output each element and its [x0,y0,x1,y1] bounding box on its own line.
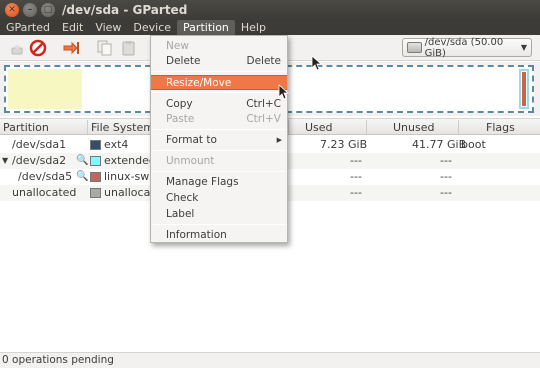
menu-help[interactable]: Help [235,20,272,35]
resize-move-icon[interactable] [62,39,80,57]
menu-item-format-to[interactable]: Format to ▶ [151,133,287,148]
partition-name: unallocated [12,186,77,199]
partition-name: /dev/sda1 [12,138,67,151]
col-partition[interactable]: Partition [3,121,49,134]
menu-item-copy[interactable]: Copy Ctrl+C [151,97,287,112]
used-value: --- [350,170,362,183]
partition-bar-swap[interactable] [522,72,526,106]
menu-item-unmount[interactable]: Unmount [151,154,287,169]
fs-color-swatch [90,188,101,198]
fs-name: extended [104,154,156,167]
window-minimize-button[interactable]: – [23,3,37,17]
menu-edit[interactable]: Edit [56,20,89,35]
used-space-fill [8,69,82,109]
partition-menu: New Delete Delete Resize/Move Copy Ctrl+… [150,35,288,243]
key-icon: 🔍 [76,155,89,166]
mouse-pointer-icon [311,55,323,71]
col-filesystem[interactable]: File System [91,121,154,134]
window-close-button[interactable]: ✕ [5,3,19,17]
menu-partition[interactable]: Partition [177,20,235,35]
unused-value: --- [440,186,452,199]
col-flags[interactable]: Flags [486,121,515,134]
menu-gparted[interactable]: GParted [0,20,56,35]
title-bar: ✕ – □ /dev/sda - GParted [0,0,540,20]
partition-name: /dev/sda2 [12,154,67,167]
menu-item-information[interactable]: Information [151,228,287,243]
menu-item-check[interactable]: Check [151,191,287,206]
chevron-down-icon: ▼ [520,43,527,52]
menu-view[interactable]: View [89,20,127,35]
partition-name: /dev/sda5 [18,170,73,183]
partition-bar-extended[interactable] [519,69,529,109]
copy-icon[interactable] [95,39,113,57]
menu-item-delete[interactable]: Delete Delete [151,54,287,69]
window-maximize-button[interactable]: □ [41,3,55,17]
harddisk-icon [407,42,422,53]
submenu-arrow-icon: ▶ [276,136,282,144]
col-unused[interactable]: Unused [393,121,434,134]
unused-value: --- [440,154,452,167]
fs-color-swatch [90,140,101,150]
paste-icon[interactable] [120,39,138,57]
new-partition-icon[interactable] [8,39,26,57]
status-text: 0 operations pending [2,354,114,366]
status-bar: 0 operations pending [0,352,540,368]
device-selector-label: /dev/sda (50.00 GiB) [424,36,504,59]
window-title: /dev/sda - GParted [62,3,188,17]
col-used[interactable]: Used [305,121,333,134]
key-icon: 🔍 [76,171,89,182]
expander-icon[interactable]: ▼ [2,156,8,165]
used-value: 7.23 GiB [320,138,368,151]
menubar: GParted Edit View Device Partition Help [0,20,540,35]
menu-item-new[interactable]: New [151,39,287,54]
fs-color-swatch [90,156,101,166]
menu-device[interactable]: Device [127,20,177,35]
menu-item-label[interactable]: Label [151,207,287,222]
menu-item-paste[interactable]: Paste Ctrl+V [151,112,287,127]
flags-value: boot [461,138,486,151]
menu-item-resize-move[interactable]: Resize/Move [151,75,287,90]
menu-item-manage-flags[interactable]: Manage Flags [151,175,287,190]
fs-name: ext4 [104,138,129,151]
fs-color-swatch [90,172,101,182]
unused-value: 41.77 GiB [412,138,467,151]
mouse-pointer-icon [278,84,290,100]
delete-partition-icon[interactable] [29,39,47,57]
unused-value: --- [440,170,452,183]
used-value: --- [350,154,362,167]
device-selector[interactable]: /dev/sda (50.00 GiB) ▼ [402,36,532,59]
used-value: --- [350,186,362,199]
